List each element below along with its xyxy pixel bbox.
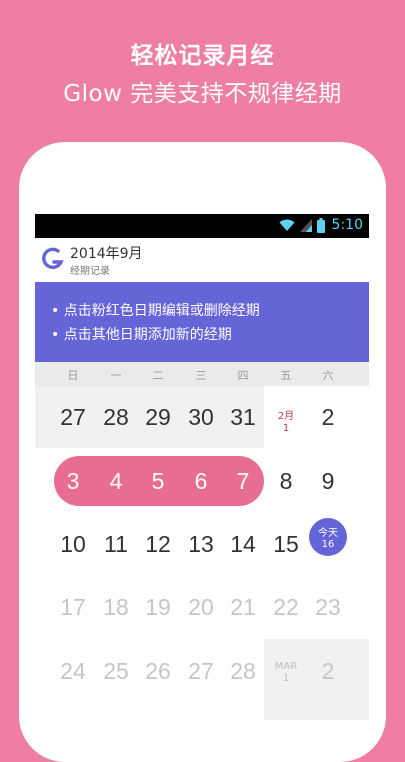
today-marker[interactable]: 今天 16 xyxy=(309,518,347,556)
tip-add-period: • 点击其他日期添加新的经期 xyxy=(51,327,232,343)
future-day[interactable]: 21 xyxy=(222,594,264,621)
weekday-thu: 四 xyxy=(237,369,249,382)
signal-icon xyxy=(299,219,312,232)
weekday-sat: 六 xyxy=(322,369,334,382)
future-day[interactable]: 27 xyxy=(180,658,222,685)
today-label: 今天 xyxy=(318,528,338,539)
future-day[interactable]: 17 xyxy=(52,594,94,621)
future-day[interactable]: 28 xyxy=(222,658,264,685)
day-cell[interactable]: 27 xyxy=(52,404,94,431)
tips-banner: • 点击粉红色日期编辑或删除经期 • 点击其他日期添加新的经期 xyxy=(35,282,369,362)
future-day[interactable]: 26 xyxy=(137,658,179,685)
day-cell[interactable]: 8 xyxy=(265,468,307,495)
day-cell[interactable]: 30 xyxy=(180,404,222,431)
weekday-tue: 二 xyxy=(152,369,164,382)
day-cell[interactable]: 11 xyxy=(95,531,137,558)
month-start-marker[interactable]: 2月 1 xyxy=(265,407,307,434)
future-day[interactable]: 24 xyxy=(52,658,94,685)
day-cell[interactable]: 10 xyxy=(52,531,94,558)
tip-edit-period: • 点击粉红色日期编辑或删除经期 xyxy=(51,303,260,319)
month-title: 2014年9月 xyxy=(70,246,143,262)
battery-icon xyxy=(316,217,325,233)
period-day[interactable]: 6 xyxy=(180,468,222,495)
day-cell[interactable]: 2 xyxy=(307,404,349,431)
weekday-wed: 三 xyxy=(195,369,207,382)
future-day[interactable]: 23 xyxy=(307,594,349,621)
weekday-header: 日 一 二 三 四 五 六 xyxy=(35,362,369,386)
period-day[interactable]: 7 xyxy=(222,468,264,495)
wifi-icon xyxy=(279,219,295,231)
next-month-day: 1 xyxy=(282,673,290,684)
screen-subtitle: 经期记录 xyxy=(70,266,110,277)
day-cell[interactable]: 31 xyxy=(222,404,264,431)
future-day[interactable]: 18 xyxy=(95,594,137,621)
next-month-label: MAR xyxy=(274,661,298,672)
period-day[interactable]: 4 xyxy=(95,468,137,495)
headline-subtitle: Glow 完美支持不规律经期 xyxy=(63,81,342,107)
calendar-grid: 27 28 29 30 31 2月 1 2 3 4 5 6 7 8 9 10 1… xyxy=(35,386,369,720)
day-cell[interactable]: 29 xyxy=(137,404,179,431)
month-start-day: 1 xyxy=(282,423,290,434)
future-day[interactable]: 22 xyxy=(265,594,307,621)
headline-title: 轻松记录月经 xyxy=(130,43,275,69)
phone-screen: 5:10 2014年9月 经期记录 • 点击粉红色日期编辑或删除经期 • 点击其… xyxy=(35,214,369,720)
future-day[interactable]: 25 xyxy=(95,658,137,685)
app-header[interactable]: 2014年9月 经期记录 xyxy=(35,238,369,282)
today-day: 16 xyxy=(321,539,335,550)
glow-logo[interactable] xyxy=(41,246,65,274)
weekday-mon: 一 xyxy=(110,369,122,382)
weekday-sun: 日 xyxy=(67,369,79,382)
day-cell[interactable]: 28 xyxy=(95,404,137,431)
day-cell[interactable]: 14 xyxy=(222,531,264,558)
day-cell[interactable]: 12 xyxy=(137,531,179,558)
future-day[interactable]: 19 xyxy=(137,594,179,621)
next-month-marker[interactable]: MAR 1 xyxy=(265,661,307,684)
day-cell[interactable]: 9 xyxy=(307,468,349,495)
period-day[interactable]: 3 xyxy=(52,468,94,495)
day-cell[interactable]: 13 xyxy=(180,531,222,558)
future-day[interactable]: 20 xyxy=(180,594,222,621)
status-time: 5:10 xyxy=(331,217,363,233)
month-start-label: 2月 xyxy=(277,411,295,422)
period-day[interactable]: 5 xyxy=(137,468,179,495)
status-bar: 5:10 xyxy=(35,214,369,238)
future-day[interactable]: 2 xyxy=(307,658,349,685)
weekday-fri: 五 xyxy=(280,369,292,382)
day-cell[interactable]: 15 xyxy=(265,531,307,558)
